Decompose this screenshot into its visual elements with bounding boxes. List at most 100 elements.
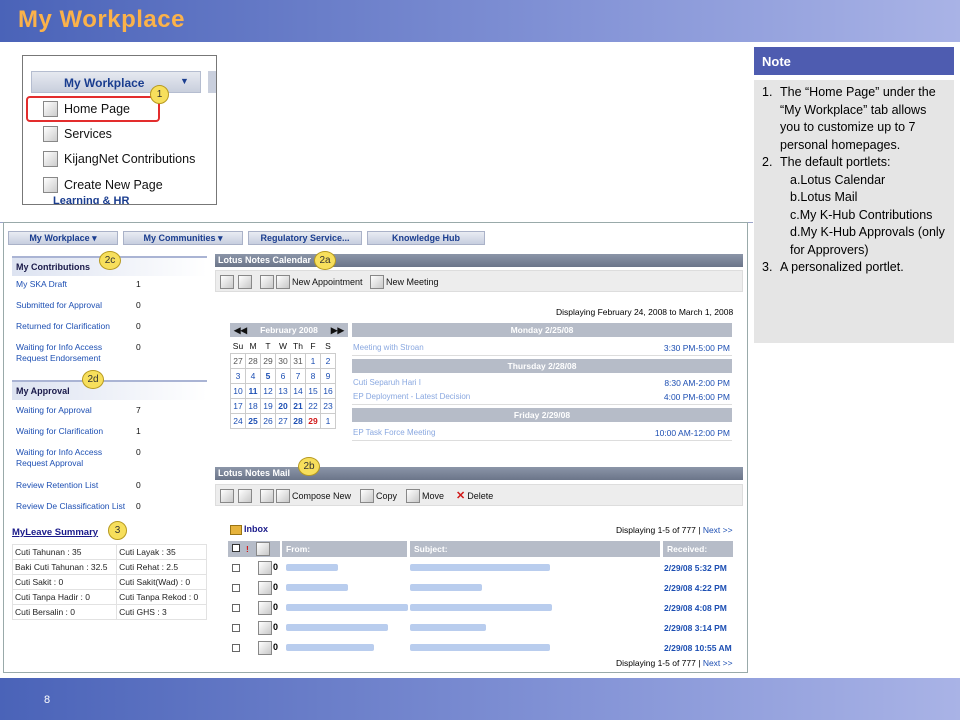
column-subject[interactable]: Subject: bbox=[410, 541, 660, 557]
calendar-day[interactable]: 31 bbox=[290, 352, 306, 369]
calendar-day[interactable]: 11 bbox=[245, 382, 261, 399]
tab-knowledge-hub[interactable]: Knowledge Hub bbox=[367, 231, 485, 245]
calendar-day[interactable]: 16 bbox=[320, 382, 336, 399]
leave-summary-link[interactable]: MyLeave Summary bbox=[12, 527, 98, 538]
calendar-day[interactable]: 14 bbox=[290, 382, 306, 399]
refresh-icon[interactable] bbox=[220, 489, 234, 503]
contribution-link[interactable]: Submitted for Approval bbox=[16, 300, 102, 310]
calendar-day[interactable]: 15 bbox=[305, 382, 321, 399]
prev-month-icon[interactable]: ◀◀ bbox=[234, 323, 247, 337]
menu-item-kijangnet[interactable]: KijangNet Contributions bbox=[43, 148, 195, 170]
column-received[interactable]: Received: bbox=[663, 541, 733, 557]
event-title[interactable]: Cuti Separuh Hari I bbox=[353, 378, 421, 387]
row-checkbox[interactable] bbox=[232, 604, 240, 612]
row-checkbox[interactable] bbox=[232, 624, 240, 632]
menu-header[interactable]: My Workplace ▼ bbox=[31, 71, 201, 93]
calendar-day[interactable]: 29 bbox=[305, 412, 321, 429]
new-meeting-button[interactable]: New Meeting bbox=[370, 275, 439, 289]
mail-row[interactable]: 0 2/29/08 3:14 PM bbox=[228, 619, 733, 637]
compose-new-button[interactable]: Compose New bbox=[260, 489, 351, 503]
calendar-day[interactable]: 4 bbox=[245, 367, 261, 384]
calendar-day[interactable]: 27 bbox=[230, 352, 246, 369]
approval-link[interactable]: Waiting for Info Access Request Approval bbox=[16, 447, 116, 469]
slide-title: My Workplace bbox=[18, 6, 185, 33]
event-time: 10:00 AM-12:00 PM bbox=[654, 428, 730, 438]
note-subitem: c.My K-Hub Contributions bbox=[790, 207, 933, 222]
calendar-day[interactable]: 10 bbox=[230, 382, 246, 399]
home-icon[interactable] bbox=[238, 275, 252, 289]
calendar-day[interactable]: 1 bbox=[320, 412, 336, 429]
row-checkbox[interactable] bbox=[232, 584, 240, 592]
leave-cell: Cuti Tahunan : 35 bbox=[11, 544, 118, 560]
calendar-day[interactable]: 22 bbox=[305, 397, 321, 414]
column-from[interactable]: From: bbox=[282, 541, 407, 557]
calendar-day[interactable]: 21 bbox=[290, 397, 306, 414]
tab-my-workplace[interactable]: My Workplace ▾ bbox=[8, 231, 118, 245]
event-title[interactable]: EP Deployment - Latest Decision bbox=[353, 392, 470, 401]
row-checkbox[interactable] bbox=[232, 644, 240, 652]
event-separator bbox=[352, 440, 732, 441]
calendar-day[interactable]: 26 bbox=[260, 412, 276, 429]
home-icon[interactable] bbox=[238, 489, 252, 503]
leave-cell: Cuti Tanpa Rekod : 0 bbox=[116, 589, 207, 605]
weekday-label: Th bbox=[293, 341, 303, 352]
tab-my-communities[interactable]: My Communities ▾ bbox=[123, 231, 243, 245]
next-month-icon[interactable]: ▶▶ bbox=[331, 323, 344, 337]
inbox-link[interactable]: Inbox bbox=[230, 524, 268, 535]
received-date: 2/29/08 5:32 PM bbox=[664, 563, 727, 573]
calendar-day[interactable]: 9 bbox=[320, 367, 336, 384]
mail-row[interactable]: 0 2/29/08 4:08 PM bbox=[228, 599, 733, 617]
contribution-link[interactable]: My SKA Draft bbox=[16, 279, 67, 289]
calendar-day[interactable]: 1 bbox=[305, 352, 321, 369]
calendar-day[interactable]: 25 bbox=[245, 412, 261, 429]
row-checkbox[interactable] bbox=[232, 564, 240, 572]
calendar-day[interactable]: 30 bbox=[275, 352, 291, 369]
menu-item-create-page[interactable]: Create New Page bbox=[43, 174, 163, 196]
approval-link[interactable]: Waiting for Clarification bbox=[16, 426, 103, 436]
copy-button[interactable]: Copy bbox=[360, 489, 397, 503]
new-appointment-button[interactable]: New Appointment bbox=[260, 275, 363, 289]
calendar-day[interactable]: 7 bbox=[290, 367, 306, 384]
approval-link[interactable]: Waiting for Approval bbox=[16, 405, 92, 415]
calendar-day[interactable]: 23 bbox=[320, 397, 336, 414]
calendar-day[interactable]: 2 bbox=[320, 352, 336, 369]
delete-button[interactable]: ✕ Delete bbox=[456, 489, 493, 502]
calendar-day[interactable]: 24 bbox=[230, 412, 246, 429]
next-link[interactable]: Next >> bbox=[703, 525, 733, 535]
day-header: Thursday 2/28/08 bbox=[352, 359, 732, 373]
next-link[interactable]: Next >> bbox=[703, 658, 733, 668]
select-all-checkbox[interactable] bbox=[232, 544, 240, 552]
leave-cell: Cuti Sakit(Wad) : 0 bbox=[116, 574, 207, 590]
menu-item-services[interactable]: Services bbox=[43, 123, 112, 145]
calendar-day[interactable]: 28 bbox=[290, 412, 306, 429]
attachment-icon: 0 bbox=[273, 562, 279, 572]
calendar-day[interactable]: 8 bbox=[305, 367, 321, 384]
month-bar: ◀◀ February 2008 ▶▶ bbox=[230, 323, 348, 337]
contribution-link[interactable]: Returned for Clarification bbox=[16, 321, 110, 331]
contribution-link[interactable]: Waiting for Info Access Request Endorsem… bbox=[16, 342, 126, 364]
mail-row[interactable]: 0 2/29/08 4:22 PM bbox=[228, 579, 733, 597]
slide-footer-bar bbox=[0, 678, 960, 720]
mail-row[interactable]: 0 2/29/08 10:55 AM bbox=[228, 639, 733, 657]
calendar-day[interactable]: 18 bbox=[245, 397, 261, 414]
calendar-day[interactable]: 29 bbox=[260, 352, 276, 369]
calendar-day[interactable]: 12 bbox=[260, 382, 276, 399]
calendar-day[interactable]: 5 bbox=[260, 367, 276, 384]
tab-regulatory-service[interactable]: Regulatory Service... bbox=[248, 231, 362, 245]
mail-row[interactable]: 0 2/29/08 5:32 PM bbox=[228, 559, 733, 577]
calendar-day[interactable]: 6 bbox=[275, 367, 291, 384]
approval-link[interactable]: Review Retention List bbox=[16, 480, 98, 490]
envelope-icon bbox=[258, 561, 272, 575]
calendar-day[interactable]: 27 bbox=[275, 412, 291, 429]
move-button[interactable]: Move bbox=[406, 489, 444, 503]
calendar-day[interactable]: 28 bbox=[245, 352, 261, 369]
event-title[interactable]: Meeting with Stroan bbox=[353, 343, 424, 352]
calendar-day[interactable]: 3 bbox=[230, 367, 246, 384]
calendar-day[interactable]: 17 bbox=[230, 397, 246, 414]
calendar-day[interactable]: 13 bbox=[275, 382, 291, 399]
refresh-icon[interactable] bbox=[220, 275, 234, 289]
calendar-day[interactable]: 20 bbox=[275, 397, 291, 414]
event-title[interactable]: EP Task Force Meeting bbox=[353, 428, 435, 437]
calendar-day[interactable]: 19 bbox=[260, 397, 276, 414]
approval-link[interactable]: Review De Classification List bbox=[16, 501, 125, 511]
